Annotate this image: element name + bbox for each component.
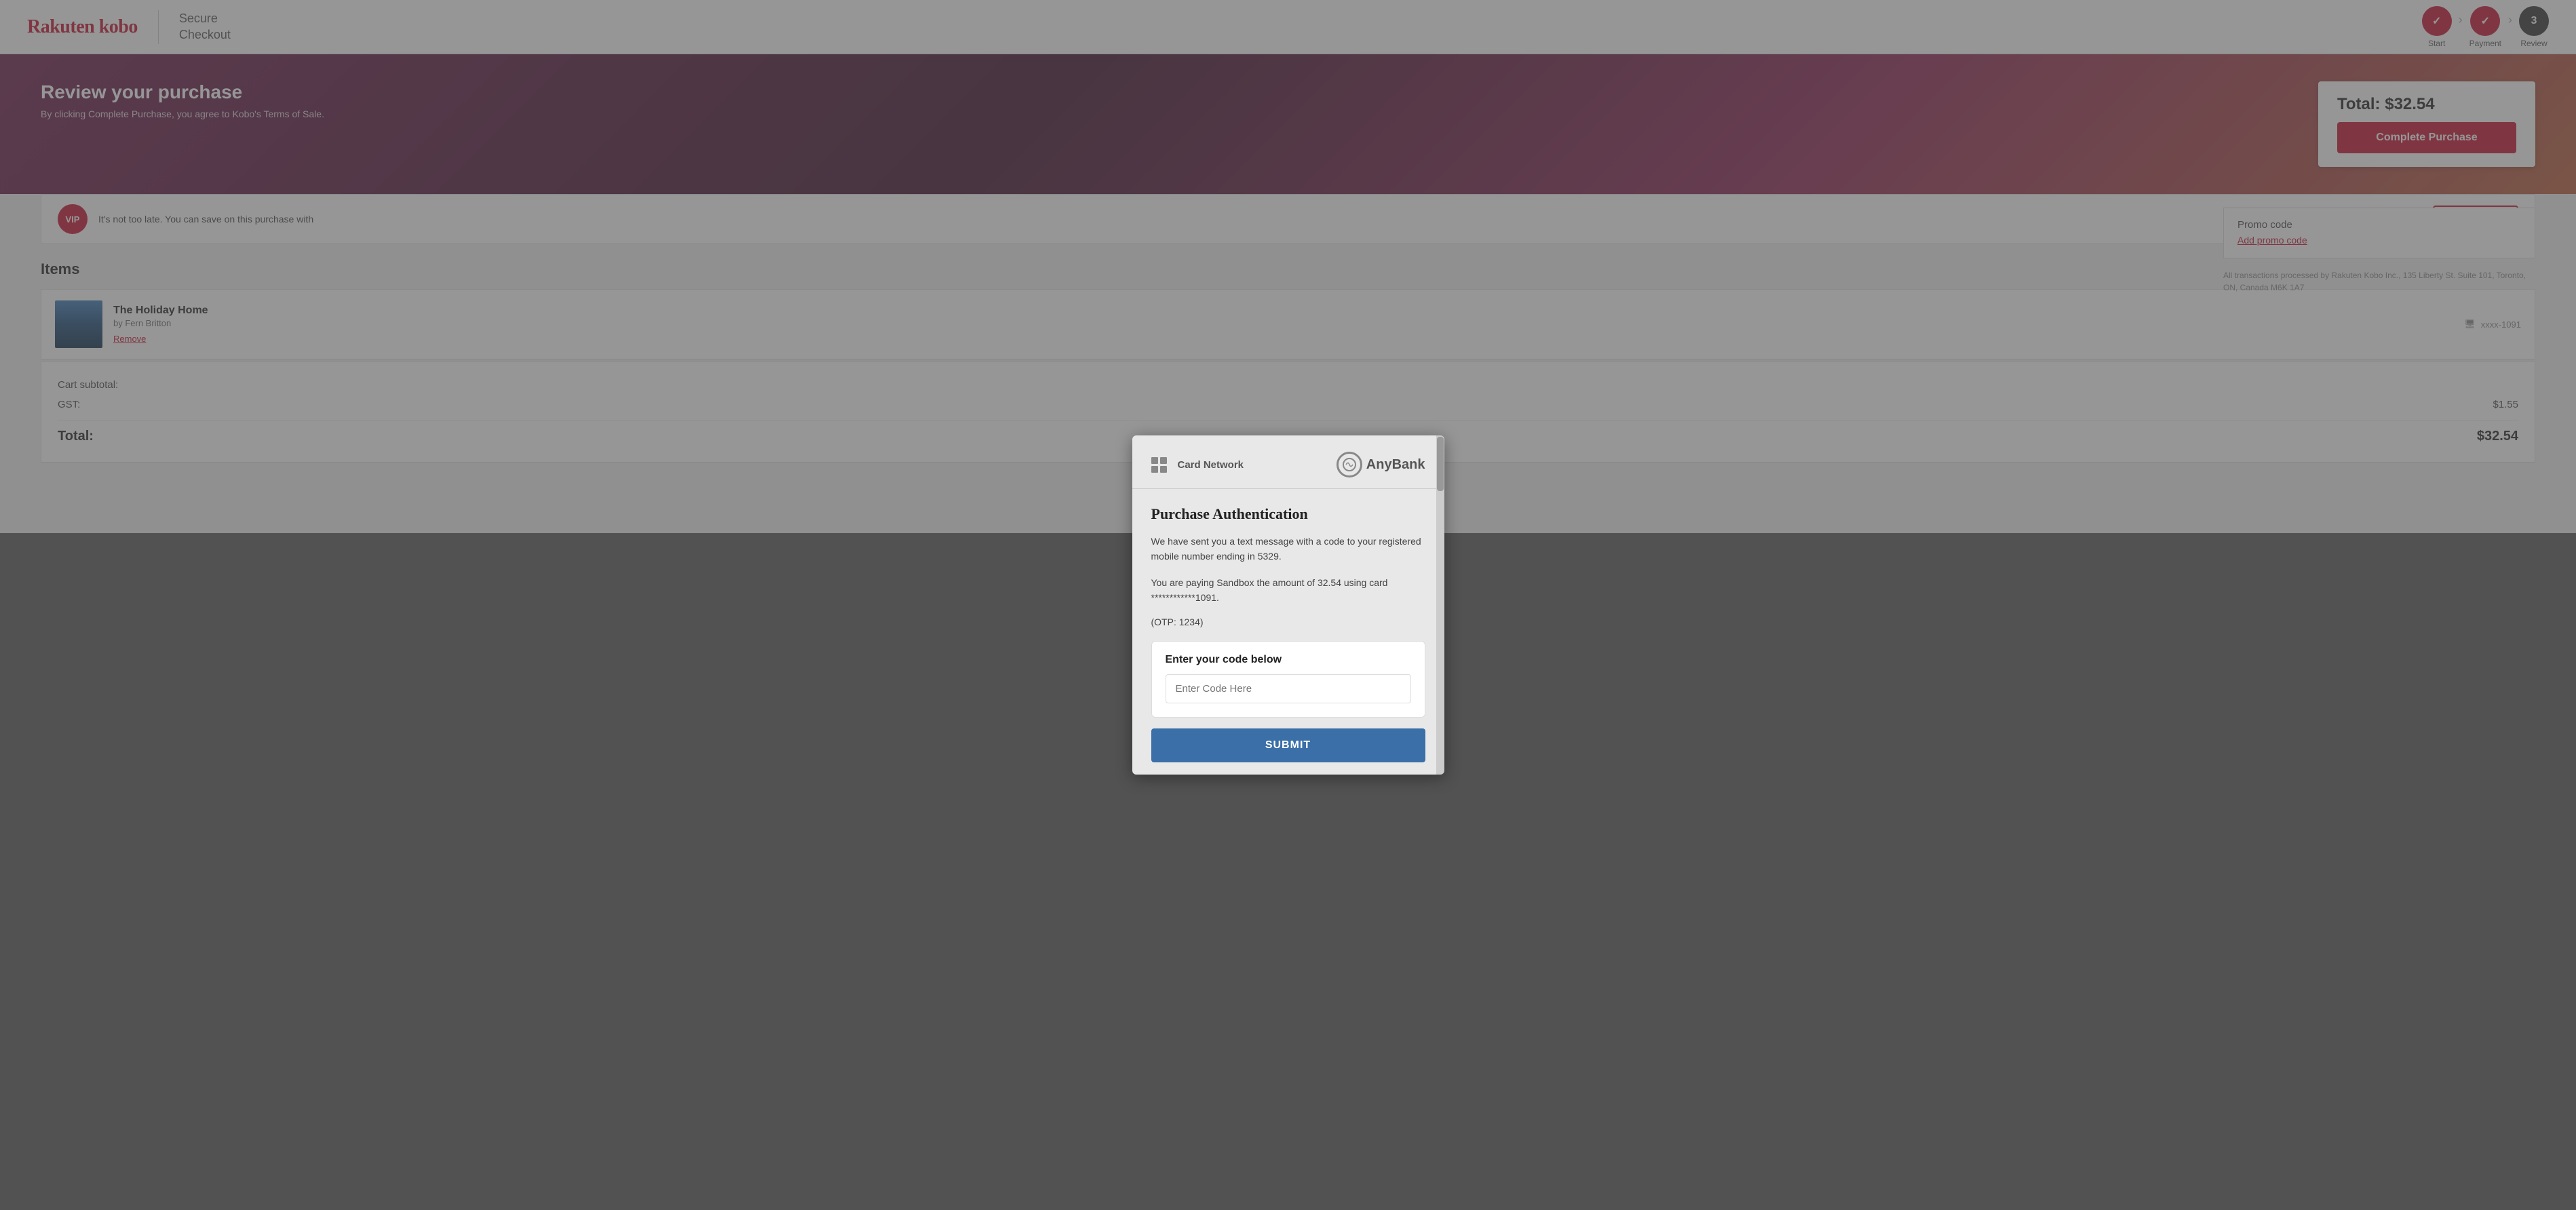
card-network-grid-icon [1151, 457, 1167, 473]
modal-overlay: Card Network AnyBank Purchase Authentica… [0, 0, 2576, 1210]
modal-code-label: Enter your code below [1166, 654, 1411, 666]
modal-body: Purchase Authentication We have sent you… [1132, 489, 1444, 775]
modal-otp-hint: (OTP: 1234) [1151, 617, 1425, 627]
anybank-logo: AnyBank [1337, 452, 1425, 477]
anybank-icon-svg [1342, 457, 1357, 472]
submit-button[interactable]: SUBMIT [1151, 728, 1425, 762]
code-input[interactable] [1166, 674, 1411, 703]
card-network-label: Card Network [1178, 459, 1244, 471]
modal-code-section: Enter your code below [1151, 641, 1425, 718]
anybank-circle-icon [1337, 452, 1362, 477]
scrollbar-thumb [1437, 437, 1444, 491]
card-network-logo: Card Network [1151, 457, 1244, 473]
modal-header: Card Network AnyBank [1132, 435, 1444, 489]
modal-title: Purchase Authentication [1151, 505, 1425, 523]
modal-desc-1: We have sent you a text message with a c… [1151, 534, 1425, 564]
modal-scrollbar[interactable] [1436, 435, 1444, 775]
anybank-text: AnyBank [1366, 457, 1425, 473]
modal-desc-2: You are paying Sandbox the amount of 32.… [1151, 575, 1425, 606]
purchase-auth-modal: Card Network AnyBank Purchase Authentica… [1132, 435, 1444, 775]
